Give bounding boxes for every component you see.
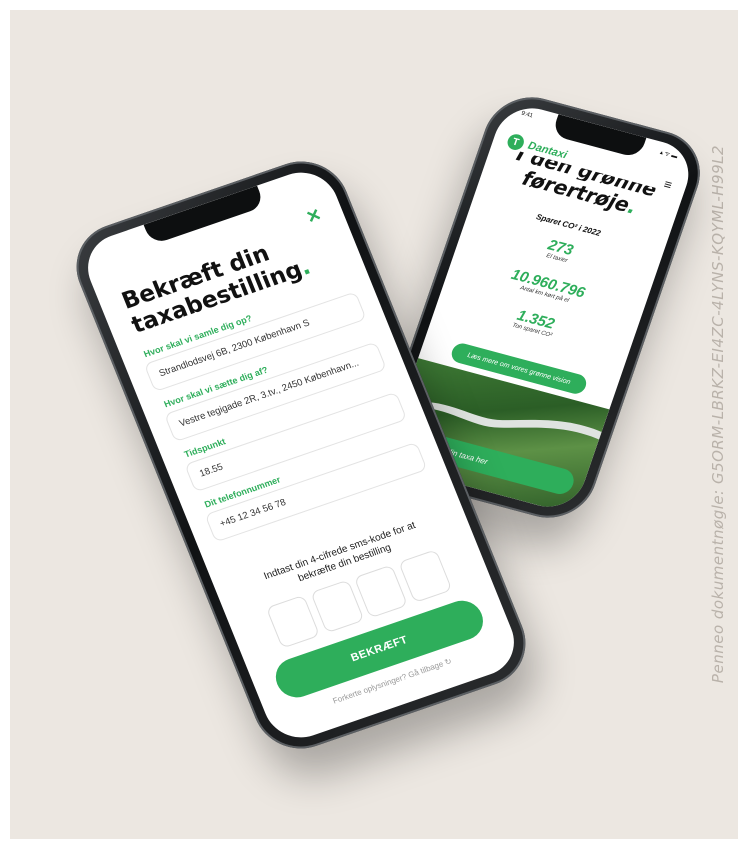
status-icons: ▴ ᯤ ▬ [658, 149, 679, 161]
status-time: 9:41 [520, 110, 534, 120]
sms-code-digit-3[interactable] [354, 564, 409, 619]
sms-code-digit-4[interactable] [398, 549, 453, 604]
sms-code-digit-2[interactable] [309, 579, 365, 634]
document-key-watermark: Penneo dokumentnøgle: G5ORM-LBRKZ-EI4ZC-… [709, 144, 727, 684]
sms-code-digit-1[interactable] [265, 594, 321, 649]
backdrop: Penneo dokumentnøgle: G5ORM-LBRKZ-EI4ZC-… [10, 10, 738, 839]
page-heading: I den grønne førertrøje. [480, 144, 683, 229]
phone-notch [143, 185, 265, 246]
refresh-icon: ↻ [443, 656, 454, 668]
